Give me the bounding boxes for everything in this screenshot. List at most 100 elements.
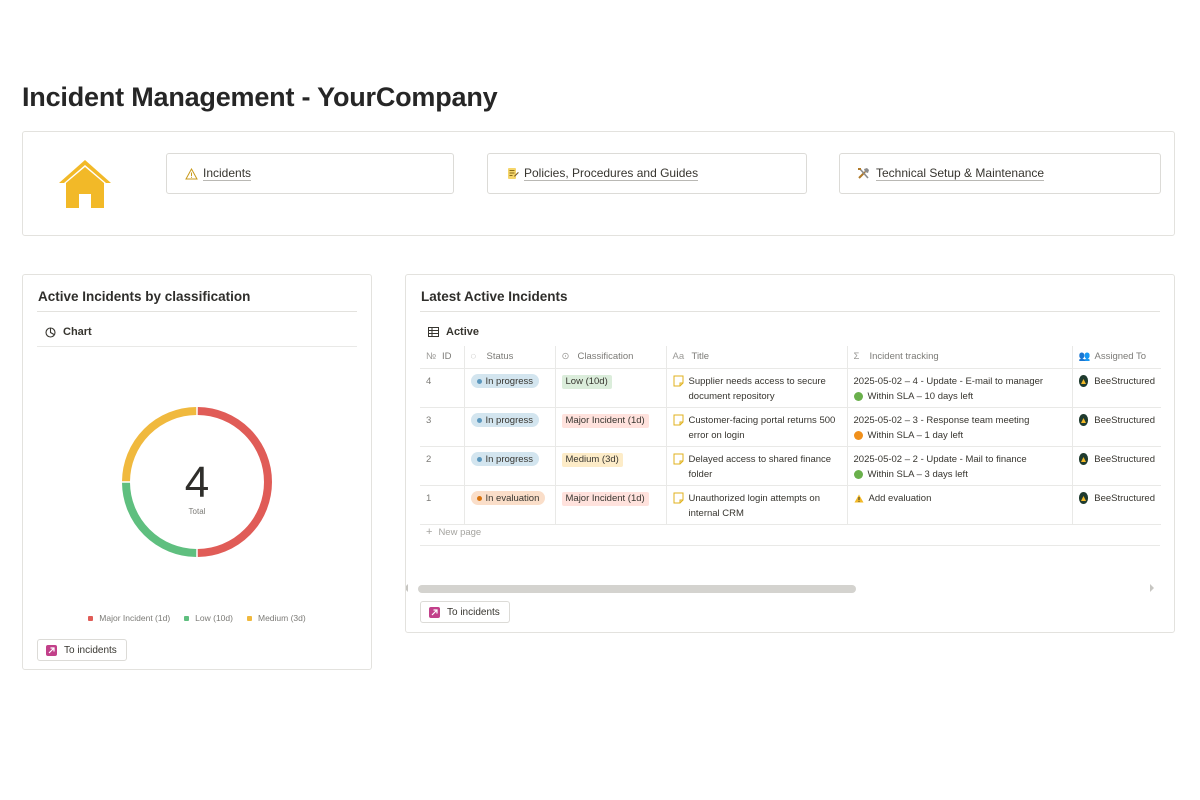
donut-chart: 4 Total xyxy=(122,407,272,557)
cell-classification[interactable]: Major Incident (1d) xyxy=(555,407,667,447)
number-icon: № xyxy=(426,351,437,363)
classification-chart-card: Active Incidents by classification Chart… xyxy=(22,274,372,670)
new-page-label: New page xyxy=(438,526,482,538)
cell-assigned[interactable]: BeeStructured xyxy=(1072,407,1161,447)
table-row[interactable]: 1 In evaluation Major Incident (1d) Unautho… xyxy=(420,485,1161,525)
cell-title[interactable]: Delayed access to shared finance folder xyxy=(666,446,848,486)
cell-status[interactable]: In progress xyxy=(464,446,556,486)
house-icon[interactable] xyxy=(57,156,113,212)
column-header-tracking[interactable]: Σ Incident tracking xyxy=(847,346,1073,369)
incidents-link-button[interactable]: Incidents xyxy=(166,153,454,194)
column-header-id[interactable]: № ID xyxy=(420,346,465,369)
classification-tag: Medium (3d) xyxy=(561,452,623,467)
latest-incidents-card: Latest Active Incidents Active № ID ◌ Stat… xyxy=(405,274,1175,633)
column-header-status[interactable]: ◌ Status xyxy=(464,346,556,369)
legend-item: Medium (3d) xyxy=(246,613,306,623)
cell-id: 2 xyxy=(420,446,465,486)
cell-title[interactable]: Customer-facing portal returns 500 error… xyxy=(666,407,848,447)
tracking-text: 2025-05-02 – 2 - Update - Mail to financ… xyxy=(853,453,1027,465)
avatar xyxy=(1078,453,1089,465)
incidents-link-label: Incidents xyxy=(203,166,252,181)
chart-total-label: Total xyxy=(189,507,206,516)
assignee-name: BeeStructured xyxy=(1094,453,1155,465)
incident-title: Customer-facing portal returns 500 error… xyxy=(688,414,836,441)
divider xyxy=(420,311,1160,312)
table-row[interactable]: 4 In progress Low (10d) Supplier needs acce… xyxy=(420,368,1161,408)
cell-id: 4 xyxy=(420,368,465,408)
tracking-text: Add evaluation xyxy=(854,491,1066,506)
cell-status[interactable]: In progress xyxy=(464,407,556,447)
incident-title: Delayed access to shared finance folder xyxy=(688,453,832,480)
warning-icon xyxy=(183,166,199,182)
divider xyxy=(420,545,1160,546)
cell-classification[interactable]: Medium (3d) xyxy=(555,446,667,486)
sla-status: Within SLA – 1 day left xyxy=(853,428,1066,443)
cell-id: 3 xyxy=(420,407,465,447)
policies-link-button[interactable]: Policies, Procedures and Guides xyxy=(487,153,807,194)
column-header-assigned[interactable]: 👥 Assigned To xyxy=(1072,346,1161,369)
people-icon: 👥 xyxy=(1078,351,1091,363)
notes-icon xyxy=(504,166,520,182)
status-badge: In progress xyxy=(470,374,540,388)
column-header-title[interactable]: Aa Title xyxy=(666,346,848,369)
technical-setup-link-button[interactable]: Technical Setup & Maintenance xyxy=(839,153,1161,194)
cell-assigned[interactable]: BeeStructured xyxy=(1072,368,1161,408)
cell-tracking: 2025-05-02 – 3 - Response team meeting Wi… xyxy=(847,407,1073,447)
tracking-text: 2025-05-02 – 4 - Update - E-mail to mana… xyxy=(853,375,1044,387)
cell-title[interactable]: Unauthorized login attempts on internal … xyxy=(666,485,848,525)
policies-link-label: Policies, Procedures and Guides xyxy=(524,166,699,181)
table-row[interactable]: 2 In progress Medium (3d) Delayed access to… xyxy=(420,446,1161,486)
tracking-text: 2025-05-02 – 3 - Response team meeting xyxy=(853,414,1030,426)
classification-tag: Major Incident (1d) xyxy=(561,491,649,506)
scroll-left-icon[interactable] xyxy=(406,584,408,592)
column-header-classification[interactable]: ⊙ Classification xyxy=(555,346,667,369)
text-icon: Aa xyxy=(672,351,685,363)
status-icon: ◌ xyxy=(470,351,477,363)
note-icon xyxy=(673,453,683,464)
cell-status[interactable]: In evaluation xyxy=(464,485,556,525)
cell-title[interactable]: Supplier needs access to secure document… xyxy=(666,368,848,408)
note-icon xyxy=(673,492,683,503)
cell-id: 1 xyxy=(420,485,465,525)
plus-icon: + xyxy=(426,526,433,538)
incidents-table: № ID ◌ Status ⊙ Classification Aa Title Σ Inc… xyxy=(420,346,1161,525)
classification-tag: Major Incident (1d) xyxy=(561,413,649,428)
cell-classification[interactable]: Low (10d) xyxy=(555,368,667,408)
horizontal-scrollbar[interactable] xyxy=(418,585,856,593)
legend-item: Major Incident (1d) xyxy=(88,613,170,623)
incident-title: Unauthorized login attempts on internal … xyxy=(688,492,821,519)
cell-status[interactable]: In progress xyxy=(464,368,556,408)
sla-dot-icon xyxy=(853,430,863,440)
new-page-button[interactable]: + New page xyxy=(426,526,481,538)
assignee-name: BeeStructured xyxy=(1094,414,1155,426)
select-icon: ⊙ xyxy=(561,351,570,363)
to-incidents-button[interactable]: To incidents xyxy=(37,639,127,661)
to-incidents-table-label: To incidents xyxy=(447,606,500,618)
status-badge: In progress xyxy=(470,452,540,466)
arrow-up-right-icon xyxy=(429,606,440,618)
table-header-row: № ID ◌ Status ⊙ Classification Aa Title Σ Inc… xyxy=(420,346,1161,369)
arrow-up-right-icon xyxy=(46,644,57,656)
chart-total-value: 4 xyxy=(185,458,209,507)
page-title: Incident Management - YourCompany xyxy=(22,82,498,112)
incident-title: Supplier needs access to secure document… xyxy=(688,375,826,402)
avatar xyxy=(1078,492,1089,504)
table-row[interactable]: 3 In progress Major Incident (1d) Customer-… xyxy=(420,407,1161,447)
cell-classification[interactable]: Major Incident (1d) xyxy=(555,485,667,525)
sla-dot-icon xyxy=(853,391,863,401)
legend-item: Low (10d) xyxy=(184,613,233,623)
status-badge: In evaluation xyxy=(470,491,546,505)
to-incidents-table-button[interactable]: To incidents xyxy=(420,601,510,623)
cell-assigned[interactable]: BeeStructured xyxy=(1072,485,1161,525)
cell-tracking: 2025-05-02 – 4 - Update - E-mail to mana… xyxy=(847,368,1073,408)
technical-setup-link-label: Technical Setup & Maintenance xyxy=(876,166,1045,181)
active-view-tab[interactable]: Active xyxy=(426,325,479,339)
cell-assigned[interactable]: BeeStructured xyxy=(1072,446,1161,486)
active-view-label: Active xyxy=(446,326,480,338)
sla-status: Within SLA – 3 days left xyxy=(853,467,1066,482)
assignee-name: BeeStructured xyxy=(1094,492,1155,504)
scroll-right-icon[interactable] xyxy=(1150,584,1154,592)
to-incidents-label: To incidents xyxy=(64,644,117,656)
chart-legend: Major Incident (1d) Low (10d) Medium (3d) xyxy=(23,613,371,623)
sla-dot-icon xyxy=(853,469,863,479)
